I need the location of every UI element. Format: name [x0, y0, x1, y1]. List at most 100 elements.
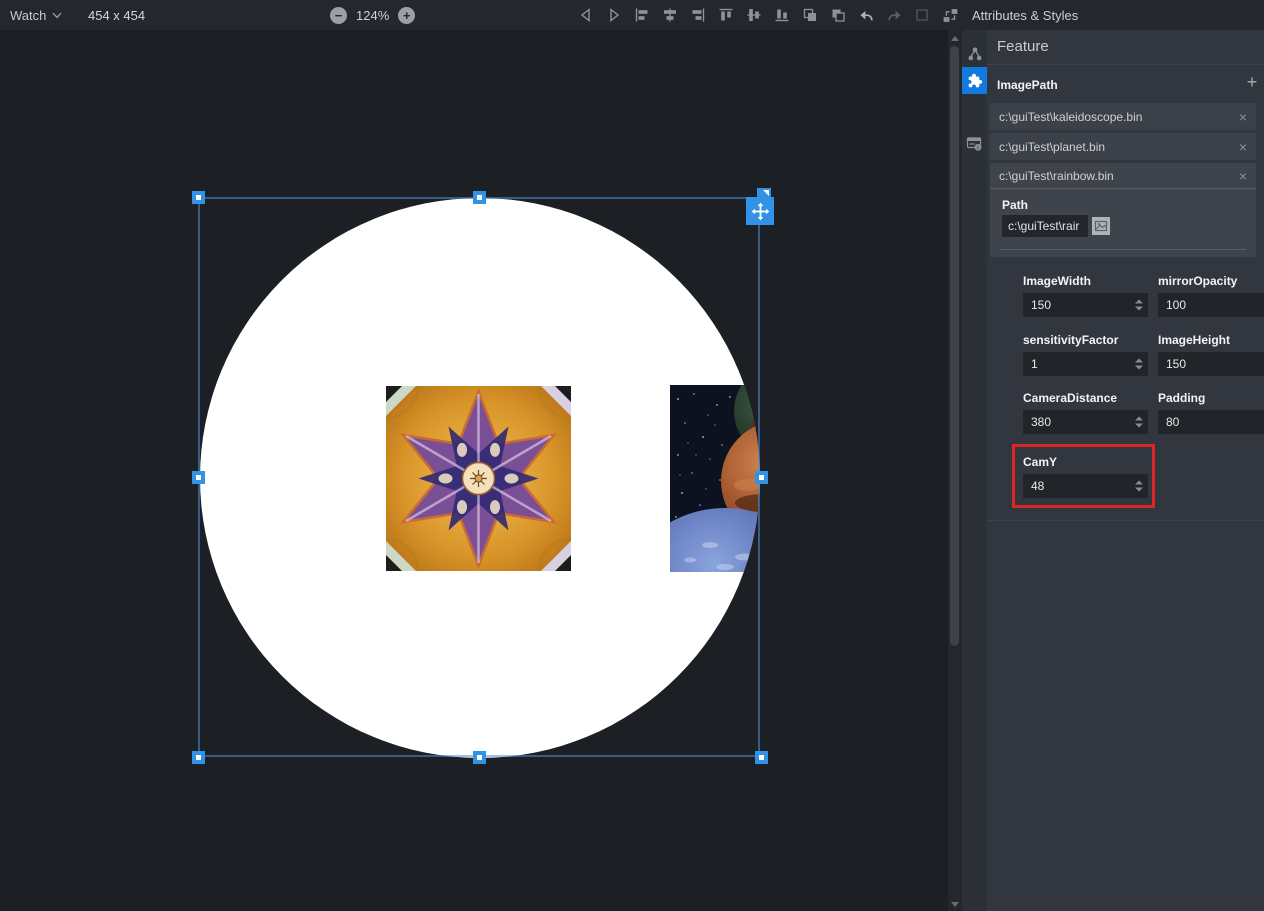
swap-objects-button[interactable]: [941, 6, 959, 24]
align-right-button[interactable]: [689, 6, 707, 24]
imagepath-item[interactable]: c:\guiTest\kaleidoscope.bin ×: [990, 103, 1256, 130]
zoom-level-label: 124%: [356, 8, 389, 23]
spinner-down-icon[interactable]: [1135, 488, 1143, 492]
imagepath-label: ImagePath: [997, 78, 1058, 92]
tab-hierarchy[interactable]: [962, 40, 987, 67]
resize-handle-top-center[interactable]: [473, 191, 486, 204]
tab-feature-selected[interactable]: [962, 67, 987, 94]
spinner-down-icon[interactable]: [1135, 424, 1143, 428]
align-middle-vertical-icon: [746, 7, 762, 23]
canvas-size-label: 454 x 454: [88, 0, 145, 30]
imagepath-item-text: c:\guiTest\planet.bin: [999, 140, 1233, 154]
bring-to-front-icon: [802, 7, 818, 23]
field-value: 150: [1166, 357, 1186, 371]
align-top-button[interactable]: [717, 6, 735, 24]
imagepath-item-header[interactable]: c:\guiTest\rainbow.bin ×: [990, 163, 1256, 189]
watch-face-circle[interactable]: [200, 198, 760, 758]
field-label: sensitivityFactor: [1023, 333, 1148, 347]
mirror-opacity-input[interactable]: 100: [1158, 293, 1264, 317]
imagepath-item-text: c:\guiTest\kaleidoscope.bin: [999, 110, 1233, 124]
imagepath-item-text: c:\guiTest\rainbow.bin: [999, 169, 1233, 183]
zoom-controls: − 124% +: [330, 0, 415, 30]
field-value: 48: [1031, 479, 1044, 493]
add-imagepath-button[interactable]: +: [1242, 72, 1262, 92]
panel-content: Feature ImagePath + c:\guiTest\kaleidosc…: [987, 30, 1264, 911]
scroll-up-arrow-icon[interactable]: [951, 36, 959, 41]
bring-to-front-button[interactable]: [801, 6, 819, 24]
path-label: Path: [1002, 198, 1028, 212]
align-center-horizontal-button[interactable]: [661, 6, 679, 24]
redo-button[interactable]: [885, 6, 903, 24]
remove-item-button[interactable]: ×: [1233, 140, 1247, 154]
move-object-button[interactable]: [746, 197, 774, 225]
spinner-control[interactable]: [1135, 481, 1143, 492]
spinner-down-icon[interactable]: [1135, 307, 1143, 311]
top-toolbar: Watch 454 x 454 − 124% + Attributes & St…: [0, 0, 1264, 30]
resize-handle-middle-right[interactable]: [755, 471, 768, 484]
divider: [987, 520, 1264, 521]
canvas-vertical-scrollbar[interactable]: [948, 30, 962, 911]
tab-properties-info[interactable]: i: [962, 130, 987, 157]
panel-tab-strip: i: [962, 30, 987, 911]
spinner-up-icon[interactable]: [1135, 300, 1143, 304]
image-picker-button[interactable]: [1092, 217, 1110, 235]
remove-item-button[interactable]: ×: [1233, 169, 1247, 183]
kaleidoscope-image[interactable]: [386, 386, 571, 571]
resize-handle-middle-left[interactable]: [192, 471, 205, 484]
scrollbar-thumb[interactable]: [950, 46, 959, 646]
selection-box-button[interactable]: [913, 6, 931, 24]
spinner-control[interactable]: [1135, 300, 1143, 311]
previous-button[interactable]: [577, 6, 595, 24]
watch-target-dropdown[interactable]: Watch: [10, 0, 62, 30]
undo-icon: [858, 7, 875, 24]
image-width-input[interactable]: 150: [1023, 293, 1148, 317]
padding-input[interactable]: 80: [1158, 410, 1264, 434]
spinner-control[interactable]: [1135, 359, 1143, 370]
scroll-down-arrow-icon[interactable]: [951, 902, 959, 907]
field-mirror-opacity: mirrorOpacity 100: [1158, 274, 1264, 317]
section-title: Feature: [997, 38, 1049, 55]
hierarchy-icon: [967, 46, 983, 62]
resize-handle-bottom-right[interactable]: [755, 751, 768, 764]
remove-item-button[interactable]: ×: [1233, 110, 1247, 124]
spinner-up-icon[interactable]: [1135, 481, 1143, 485]
redo-icon: [886, 7, 903, 24]
imagepath-item-expanded[interactable]: c:\guiTest\rainbow.bin × Path c:\guiTest…: [990, 163, 1256, 257]
resize-handle-bottom-left[interactable]: [192, 751, 205, 764]
imagepath-item[interactable]: c:\guiTest\planet.bin ×: [990, 133, 1256, 160]
spinner-down-icon[interactable]: [1135, 366, 1143, 370]
spinner-control[interactable]: [1135, 417, 1143, 428]
align-middle-vertical-button[interactable]: [745, 6, 763, 24]
align-left-button[interactable]: [633, 6, 651, 24]
resize-handle-top-left[interactable]: [192, 191, 205, 204]
send-to-back-button[interactable]: [829, 6, 847, 24]
align-left-icon: [634, 7, 650, 23]
align-bottom-icon: [774, 7, 790, 23]
field-label: CameraDistance: [1023, 391, 1148, 405]
planet-image[interactable]: [670, 385, 760, 572]
send-to-back-icon: [830, 7, 846, 23]
list-info-icon: i: [966, 135, 983, 152]
design-canvas[interactable]: [0, 30, 948, 911]
image-height-input[interactable]: 150: [1158, 352, 1264, 376]
spinner-up-icon[interactable]: [1135, 417, 1143, 421]
camera-distance-input[interactable]: 380: [1023, 410, 1148, 434]
puzzle-piece-icon: [967, 73, 983, 89]
undo-button[interactable]: [857, 6, 875, 24]
resize-handle-bottom-center[interactable]: [473, 751, 486, 764]
watch-target-label: Watch: [10, 8, 46, 23]
next-button[interactable]: [605, 6, 623, 24]
toolbar-icon-row: [577, 0, 959, 30]
zoom-out-button[interactable]: −: [330, 7, 347, 24]
attributes-panel: i Feature ImagePath + c:\guiTest\kaleido…: [962, 30, 1264, 911]
path-input[interactable]: c:\guiTest\rair: [1002, 215, 1088, 237]
spinner-up-icon[interactable]: [1135, 359, 1143, 363]
align-bottom-button[interactable]: [773, 6, 791, 24]
field-camera-distance: CameraDistance 380: [1023, 391, 1148, 434]
zoom-in-button[interactable]: +: [398, 7, 415, 24]
sensitivity-factor-input[interactable]: 1: [1023, 352, 1148, 376]
swap-icon: [942, 7, 959, 24]
field-value: 1: [1031, 357, 1038, 371]
cam-y-input[interactable]: 48: [1023, 474, 1148, 498]
field-padding: Padding 80: [1158, 391, 1264, 434]
